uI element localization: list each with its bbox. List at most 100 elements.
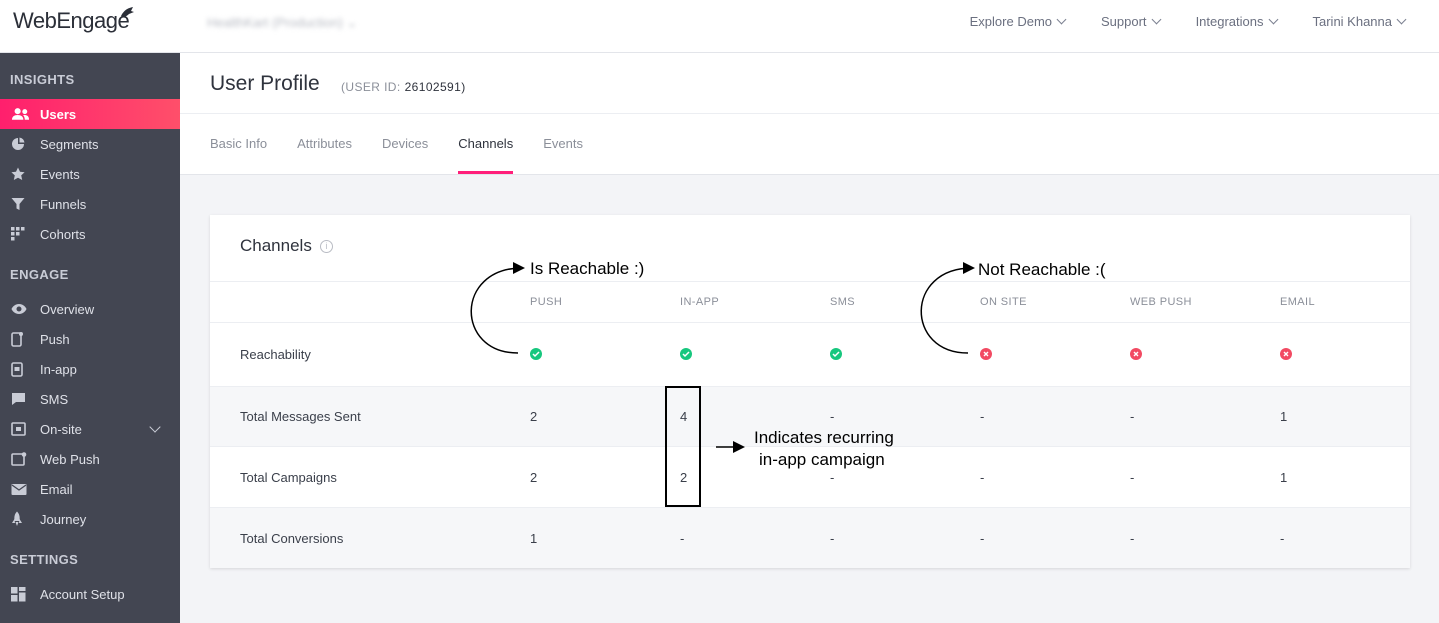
sidebar-item-users[interactable]: Users xyxy=(0,99,180,129)
info-icon[interactable]: i xyxy=(319,239,333,253)
sidebar-item-label: SMS xyxy=(40,391,69,407)
grid-icon xyxy=(0,227,30,241)
divider xyxy=(210,281,1410,282)
card-title: Channels i xyxy=(240,236,333,256)
divider xyxy=(210,507,1410,508)
sidebar-item-cohorts[interactable]: Cohorts xyxy=(0,219,180,249)
sms-icon xyxy=(0,392,30,406)
sidebar-item-label: Web Push xyxy=(40,451,100,467)
star-icon xyxy=(0,167,30,181)
cell-value: - xyxy=(680,531,685,546)
not-reachable-x-icon xyxy=(1280,348,1292,360)
email-icon xyxy=(0,483,30,496)
cell-value: 1 xyxy=(1280,470,1288,485)
sidebar-item-label: Journey xyxy=(40,511,87,527)
annotation-not-reachable: Not Reachable :( xyxy=(978,260,1106,279)
sidebar-item-segments[interactable]: Segments xyxy=(0,129,180,159)
cell-value: - xyxy=(1130,409,1135,424)
cell-value: - xyxy=(1130,470,1135,485)
divider xyxy=(210,386,1410,387)
brand-name: WebEngage xyxy=(13,8,130,33)
annotation-reachable: Is Reachable :) xyxy=(530,259,645,278)
sidebar-item-on-site[interactable]: On-site xyxy=(0,414,180,444)
sidebar-item-label: Cohorts xyxy=(40,226,86,242)
not-reachable-x-icon xyxy=(980,348,992,360)
annotation-highlight-box xyxy=(665,386,701,507)
sidebar-item-journey[interactable]: Journey xyxy=(0,504,180,534)
cell-value: - xyxy=(830,470,835,485)
reachable-check-icon xyxy=(680,348,692,360)
tab-devices[interactable]: Devices xyxy=(382,113,428,174)
support-menu[interactable]: Support xyxy=(1101,14,1162,29)
account-setup-icon xyxy=(0,586,30,602)
sidebar: INSIGHTS Users Segments Events Funnels C… xyxy=(0,53,180,623)
tab-events[interactable]: Events xyxy=(543,113,583,174)
sidebar-item-label: In-app xyxy=(40,361,77,377)
project-name: HealthKart (Production) xyxy=(207,15,343,30)
users-icon xyxy=(0,107,30,121)
cell-value: - xyxy=(980,470,985,485)
sidebar-item-label: Account Setup xyxy=(40,586,125,602)
on-site-icon xyxy=(0,422,30,436)
user-id-value: 26102591) xyxy=(404,80,466,94)
not-reachable-x-icon xyxy=(1130,348,1142,360)
explore-demo-label: Explore Demo xyxy=(969,14,1053,29)
top-nav: Explore Demo Support Integrations Tarini… xyxy=(969,14,1407,29)
chevron-down-icon[interactable] xyxy=(149,421,161,433)
explore-demo-menu[interactable]: Explore Demo xyxy=(969,14,1067,29)
reachable-check-icon xyxy=(830,348,842,360)
user-menu[interactable]: Tarini Khanna xyxy=(1312,14,1407,29)
in-app-icon xyxy=(0,361,30,377)
reachable-check-icon xyxy=(530,348,542,360)
sidebar-item-label: Users xyxy=(40,106,77,122)
cell-value: - xyxy=(830,531,835,546)
user-name: Tarini Khanna xyxy=(1312,14,1393,29)
row-background xyxy=(210,508,1410,568)
chevron-down-icon xyxy=(1151,14,1162,25)
col-header-push: PUSH xyxy=(530,296,563,308)
cell-value: 2 xyxy=(530,470,538,485)
cell-value: 2 xyxy=(530,409,538,424)
pie-icon xyxy=(0,137,30,151)
user-id: (USER ID: 26102591) xyxy=(341,80,466,94)
row-label-reachability: Reachability xyxy=(240,347,311,362)
sidebar-item-sms[interactable]: SMS xyxy=(0,384,180,414)
sidebar-item-web-push[interactable]: Web Push xyxy=(0,444,180,474)
col-header-email: EMAIL xyxy=(1280,296,1316,308)
cell-value: - xyxy=(1280,531,1285,546)
web-push-icon xyxy=(0,452,30,466)
col-header-on-site: ON SITE xyxy=(980,296,1027,308)
cell-value: - xyxy=(980,531,985,546)
integrations-menu[interactable]: Integrations xyxy=(1196,14,1278,29)
tab-basic-info[interactable]: Basic Info xyxy=(210,113,267,174)
col-header-in-app: IN-APP xyxy=(680,296,720,308)
tab-channels[interactable]: Channels xyxy=(458,113,513,174)
sidebar-item-push[interactable]: Push xyxy=(0,324,180,354)
sidebar-item-account-setup[interactable]: Account Setup xyxy=(0,579,180,609)
sidebar-item-label: Segments xyxy=(40,136,99,152)
sidebar-item-in-app[interactable]: In-app xyxy=(0,354,180,384)
cell-value: 1 xyxy=(1280,409,1288,424)
page-title: User Profile xyxy=(210,72,320,95)
col-header-web-push: WEB PUSH xyxy=(1130,296,1192,308)
tab-attributes[interactable]: Attributes xyxy=(297,113,352,174)
webengage-logo[interactable]: WebEngage xyxy=(13,7,134,34)
project-selector[interactable]: HealthKart (Production) ⌄ xyxy=(207,15,357,31)
support-label: Support xyxy=(1101,14,1147,29)
top-bar: WebEngage HealthKart (Production) ⌄ Expl… xyxy=(0,0,1439,53)
section-insights: INSIGHTS xyxy=(10,72,75,87)
sidebar-item-label: Overview xyxy=(40,301,95,317)
section-engage: ENGAGE xyxy=(10,267,69,282)
sidebar-item-label: On-site xyxy=(40,421,82,437)
sidebar-item-label: Events xyxy=(40,166,80,182)
row-label-messages-sent: Total Messages Sent xyxy=(240,409,361,424)
sidebar-item-events[interactable]: Events xyxy=(0,159,180,189)
cell-value: - xyxy=(830,409,835,424)
card-title-text: Channels xyxy=(240,236,312,255)
sidebar-item-overview[interactable]: Overview xyxy=(0,294,180,324)
annotation-recurring-line1: Indicates recurring xyxy=(754,428,894,447)
chevron-down-icon xyxy=(1396,14,1407,25)
sidebar-item-email[interactable]: Email xyxy=(0,474,180,504)
cell-value: - xyxy=(1130,531,1135,546)
sidebar-item-funnels[interactable]: Funnels xyxy=(0,189,180,219)
